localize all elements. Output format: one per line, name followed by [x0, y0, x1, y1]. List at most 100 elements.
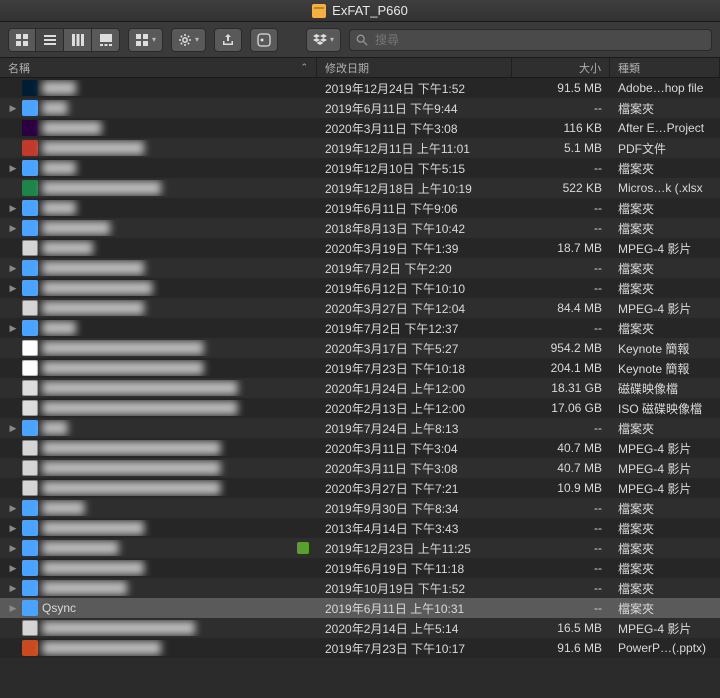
file-name-label: █████	[42, 501, 85, 515]
disclosure-triangle-icon[interactable]: ▶	[8, 563, 18, 574]
arrange-button[interactable]: ▾	[128, 28, 163, 52]
cell-date: 2019年7月23日 下午10:17	[317, 640, 512, 657]
disclosure-triangle-icon[interactable]: ▶	[8, 543, 18, 554]
view-list-button[interactable]	[36, 28, 64, 52]
cell-size: --	[512, 521, 610, 535]
file-row[interactable]: ███████████████████2019年7月23日 下午10:18204…	[0, 358, 720, 378]
file-row[interactable]: ██████████████2019年12月18日 上午10:19522 KBM…	[0, 178, 720, 198]
cell-name: ▶ ████████████	[0, 560, 317, 576]
disclosure-triangle-icon[interactable]: ▶	[8, 523, 18, 534]
cell-date: 2019年6月11日 下午9:06	[317, 200, 512, 217]
file-row[interactable]: ██████2020年3月19日 下午1:3918.7 MBMPEG-4 影片	[0, 238, 720, 258]
file-row[interactable]: ███████████████████████2020年2月13日 上午12:0…	[0, 398, 720, 418]
file-row[interactable]: █████████████████████2020年3月11日 下午3:0840…	[0, 458, 720, 478]
cell-size: 40.7 MB	[512, 441, 610, 455]
disclosure-triangle-icon[interactable]: ▶	[8, 503, 18, 514]
view-gallery-button[interactable]	[92, 28, 120, 52]
folder-row[interactable]: ▶Qsync2019年6月11日 上午10:31--檔案夾	[0, 598, 720, 618]
folder-row[interactable]: ▶████████████2013年4月14日 下午3:43--檔案夾	[0, 518, 720, 538]
search-field[interactable]	[349, 29, 712, 51]
cell-size: --	[512, 601, 610, 615]
column-header-kind[interactable]: 種類	[610, 58, 720, 77]
file-row[interactable]: ████████████2020年3月27日 下午12:0484.4 MBMPE…	[0, 298, 720, 318]
folder-row[interactable]: ▶█████████2019年12月23日 上午11:25--檔案夾	[0, 538, 720, 558]
disclosure-triangle-icon[interactable]: ▶	[8, 283, 18, 294]
cell-size: 116 KB	[512, 121, 610, 135]
action-button[interactable]: ▾	[171, 28, 206, 52]
column-header-date[interactable]: 修改日期	[317, 58, 512, 77]
folder-row[interactable]: ▶████████████2019年7月2日 下午2:20--檔案夾	[0, 258, 720, 278]
cell-kind: PowerP…(.pptx)	[610, 641, 720, 655]
disclosure-triangle-icon[interactable]: ▶	[8, 583, 18, 594]
folder-row[interactable]: ▶█████████████2019年6月12日 下午10:10--檔案夾	[0, 278, 720, 298]
cell-name: ▶█████████████	[0, 280, 317, 296]
file-name-label: █████████████████████	[42, 441, 221, 455]
cell-kind: ISO 磁碟映像檔	[610, 400, 720, 417]
folder-icon	[22, 260, 38, 276]
cell-kind: 檔案夾	[610, 500, 720, 517]
dropbox-button[interactable]: ▾	[306, 28, 341, 52]
file-row[interactable]: █████████████████████ 2020年3月11日 下午3:0440…	[0, 438, 720, 458]
share-button[interactable]	[214, 28, 242, 52]
folder-row[interactable]: ▶████████2018年8月13日 下午10:42--檔案夾	[0, 218, 720, 238]
disclosure-triangle-icon[interactable]: ▶	[8, 223, 18, 234]
disclosure-triangle-icon[interactable]: ▶	[8, 603, 18, 614]
tags-button[interactable]	[250, 28, 278, 52]
folder-row[interactable]: ▶████2019年7月2日 下午12:37--檔案夾	[0, 318, 720, 338]
mp4-icon	[22, 480, 38, 496]
folder-row[interactable]: ▶█████2019年9月30日 下午8:34--檔案夾	[0, 498, 720, 518]
toolbar: ▾ ▾ ▾	[0, 22, 720, 58]
cell-kind: PDF文件	[610, 140, 720, 157]
cell-date: 2019年12月18日 上午10:19	[317, 180, 512, 197]
cell-name: ▶███	[0, 100, 317, 116]
cell-name: █████████████████████	[0, 440, 317, 456]
cell-size: 40.7 MB	[512, 461, 610, 475]
file-name-label: ███████████████████████	[42, 401, 238, 415]
file-list[interactable]: ████2019年12月24日 下午1:5291.5 MBAdobe…hop f…	[0, 78, 720, 698]
file-row[interactable]: ███████████████████████2020年1月24日 上午12:0…	[0, 378, 720, 398]
file-row[interactable]: ███████████████████2020年3月17日 下午5:27954.…	[0, 338, 720, 358]
search-input[interactable]	[373, 32, 705, 48]
cell-size: --	[512, 221, 610, 235]
column-header-size[interactable]: 大小	[512, 58, 610, 77]
cell-name: ████	[0, 80, 317, 96]
cell-kind: 檔案夾	[610, 540, 720, 557]
disclosure-triangle-icon[interactable]: ▶	[8, 163, 18, 174]
folder-row[interactable]: ▶████2019年12月10日 下午5:15--檔案夾	[0, 158, 720, 178]
cell-date: 2020年3月27日 下午7:21	[317, 480, 512, 497]
cell-date: 2019年7月2日 下午2:20	[317, 260, 512, 277]
file-row[interactable]: ████2019年12月24日 下午1:5291.5 MBAdobe…hop f…	[0, 78, 720, 98]
cell-size: 17.06 GB	[512, 401, 610, 415]
folder-icon	[22, 560, 38, 576]
folder-icon	[22, 200, 38, 216]
cell-date: 2020年3月19日 下午1:39	[317, 240, 512, 257]
disclosure-triangle-icon[interactable]: ▶	[8, 323, 18, 334]
column-header-name[interactable]: 名稱 ⌃	[0, 58, 317, 77]
view-mode-group	[8, 28, 120, 52]
cell-kind: 檔案夾	[610, 320, 720, 337]
folder-row[interactable]: ▶████████████2019年6月19日 下午11:18--檔案夾	[0, 558, 720, 578]
mp4-icon	[22, 620, 38, 636]
cell-size: 18.31 GB	[512, 381, 610, 395]
folder-row[interactable]: ▶███2019年7月24日 上午8:13--檔案夾	[0, 418, 720, 438]
folder-row[interactable]: ▶███2019年6月11日 下午9:44--檔案夾	[0, 98, 720, 118]
file-row[interactable]: ████████████2019年12月11日 上午11:015.1 MBPDF…	[0, 138, 720, 158]
view-icons-button[interactable]	[8, 28, 36, 52]
cell-date: 2020年3月11日 下午3:04	[317, 440, 512, 457]
file-name-label: ████████	[42, 221, 110, 235]
cell-name: ▶████	[0, 320, 317, 336]
disclosure-triangle-icon[interactable]: ▶	[8, 423, 18, 434]
file-row[interactable]: ██████████████████2020年2月14日 上午5:1416.5 …	[0, 618, 720, 638]
disclosure-triangle-icon[interactable]: ▶	[8, 263, 18, 274]
file-row[interactable]: ███████2020年3月11日 下午3:08116 KBAfter E…Pr…	[0, 118, 720, 138]
file-row[interactable]: █████████████████████2020年3月27日 下午7:2110…	[0, 478, 720, 498]
file-name-label: ███████████████████	[42, 341, 204, 355]
file-name-label: ████	[42, 81, 76, 95]
disclosure-triangle-icon[interactable]: ▶	[8, 203, 18, 214]
disclosure-triangle-icon[interactable]: ▶	[8, 103, 18, 114]
folder-row[interactable]: ▶██████████2019年10月19日 下午1:52--檔案夾	[0, 578, 720, 598]
folder-row[interactable]: ▶████2019年6月11日 下午9:06--檔案夾	[0, 198, 720, 218]
file-row[interactable]: ██████████████2019年7月23日 下午10:1791.6 MBP…	[0, 638, 720, 658]
view-columns-button[interactable]	[64, 28, 92, 52]
file-name-label: ████████████	[42, 561, 144, 575]
